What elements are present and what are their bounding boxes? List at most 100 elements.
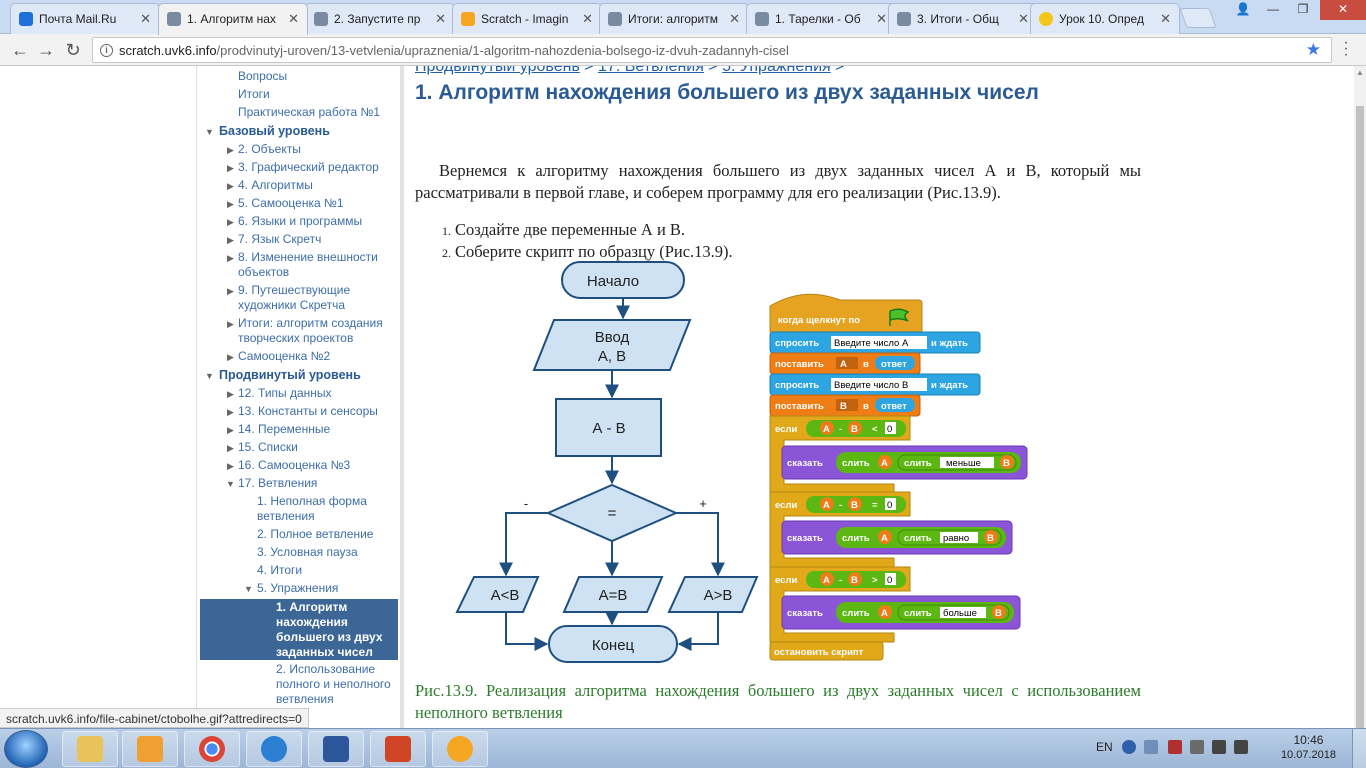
tab-results-general[interactable]: 3. Итоги - Общ ✕ <box>888 3 1038 34</box>
new-tab-button[interactable] <box>1179 8 1217 28</box>
expanded-arrow-icon[interactable]: ▼ <box>205 371 214 381</box>
browser-menu-icon[interactable]: · · · <box>1341 35 1351 63</box>
breadcrumb-link[interactable]: 5. Упражнения <box>722 66 831 75</box>
expanded-arrow-icon[interactable]: ▼ <box>205 127 214 137</box>
close-icon[interactable]: ✕ <box>582 11 593 27</box>
sidebar-item-data-types[interactable]: 12. Типы данных <box>238 386 332 401</box>
breadcrumb-link[interactable]: Продвинутый уровень <box>415 66 580 75</box>
signal-icon[interactable] <box>1212 740 1226 754</box>
taskbar-scratch[interactable] <box>432 731 488 767</box>
show-desktop-button[interactable] <box>1352 729 1366 768</box>
collapsed-arrow-icon[interactable]: ▶ <box>227 389 234 400</box>
collapsed-arrow-icon[interactable]: ▶ <box>227 253 234 264</box>
scrollbar-thumb[interactable] <box>1356 106 1364 728</box>
sidebar-item-exercises[interactable]: 5. Упражнения <box>257 581 338 596</box>
close-icon[interactable]: ✕ <box>435 11 446 27</box>
sidebar-item-questions[interactable]: Вопросы <box>238 69 287 84</box>
sidebar-item-results[interactable]: Итоги <box>238 87 270 102</box>
restore-button[interactable]: ❐ <box>1288 0 1318 20</box>
taskbar-internet-explorer[interactable] <box>246 731 302 767</box>
collapsed-arrow-icon[interactable]: ▶ <box>227 217 234 228</box>
close-icon[interactable]: ✕ <box>140 11 151 27</box>
sidebar-item-basic-level[interactable]: Базовый уровень <box>219 124 330 139</box>
breadcrumb-link[interactable]: 17. Ветвления <box>598 66 704 75</box>
minimize-button[interactable]: — <box>1258 0 1288 20</box>
user-profile-button[interactable]: 👤 <box>1228 0 1258 20</box>
sidebar-item-branching-results[interactable]: 4. Итоги <box>257 563 302 578</box>
sidebar-item-objects[interactable]: 2. Объекты <box>238 142 301 157</box>
scratch-say-label: сказать <box>787 458 823 469</box>
sidebar-item-graphic-editor[interactable]: 3. Графический редактор <box>238 160 379 175</box>
tab-plates[interactable]: 1. Тарелки - Об ✕ <box>746 3 896 34</box>
sidebar-item-appearance[interactable]: 8. Изменение внешности объектов <box>238 250 388 280</box>
bookmark-star-icon[interactable]: ★ <box>1306 40 1321 60</box>
tab-scratch[interactable]: Scratch - Imagin ✕ <box>452 3 602 34</box>
scroll-up-arrow-icon[interactable]: ▲ <box>1356 68 1364 77</box>
sidebar-item-traveling-artists[interactable]: 9. Путешествующие художники Скретча <box>238 283 388 313</box>
tab-results[interactable]: Итоги: алгоритм ✕ <box>599 3 749 34</box>
info-icon[interactable]: i <box>100 44 113 57</box>
collapsed-arrow-icon[interactable]: ▶ <box>227 145 234 156</box>
help-icon[interactable] <box>1122 740 1136 754</box>
tab-lesson10[interactable]: Урок 10. Опред ✕ <box>1030 3 1180 34</box>
collapsed-arrow-icon[interactable]: ▶ <box>227 286 234 297</box>
collapsed-arrow-icon[interactable]: ▶ <box>227 352 234 363</box>
close-icon[interactable]: ✕ <box>288 11 299 27</box>
sidebar-item-variables[interactable]: 14. Переменные <box>238 422 330 437</box>
taskbar-explorer[interactable] <box>62 731 118 767</box>
sidebar-item-conditional-pause[interactable]: 3. Условная пауза <box>257 545 358 560</box>
expanded-arrow-icon[interactable]: ▼ <box>226 479 235 489</box>
clipboard-icon[interactable] <box>1190 740 1204 754</box>
sidebar-item-practical-1[interactable]: Практическая работа №1 <box>238 105 380 120</box>
network-warning-icon[interactable] <box>1168 740 1182 754</box>
sidebar-item-constants[interactable]: 13. Константы и сенсоры <box>238 404 378 419</box>
sidebar-item-partial-branching[interactable]: 1. Неполная форма ветвления <box>257 494 387 524</box>
close-icon[interactable]: ✕ <box>1018 11 1029 27</box>
tab-mail[interactable]: Почта Mail.Ru ✕ <box>10 3 160 34</box>
language-indicator[interactable]: EN <box>1096 740 1113 754</box>
forward-button[interactable]: → <box>36 40 56 60</box>
tab-algorithm[interactable]: 1. Алгоритм нах ✕ <box>158 3 308 35</box>
clock[interactable]: 10:46 10.07.2018 <box>1281 733 1336 763</box>
collapsed-arrow-icon[interactable]: ▶ <box>227 199 234 210</box>
sidebar-item-advanced-level[interactable]: Продвинутый уровень <box>219 368 361 383</box>
taskbar-powerpoint[interactable] <box>370 731 426 767</box>
sidebar-item-languages[interactable]: 6. Языки и программы <box>238 214 362 229</box>
sidebar-item-lists[interactable]: 15. Списки <box>238 440 298 455</box>
reload-button[interactable]: ↻ <box>63 40 83 60</box>
sidebar-item-full-partial-branching[interactable]: 2. Использование полного и неполного вет… <box>276 662 396 707</box>
sidebar-item-scratch-language[interactable]: 7. Язык Скретч <box>238 232 321 247</box>
sidebar-item-self-assessment-1[interactable]: 5. Самооценка №1 <box>238 196 344 211</box>
collapsed-arrow-icon[interactable]: ▶ <box>227 181 234 192</box>
back-button[interactable]: ← <box>10 40 30 60</box>
collapsed-arrow-icon[interactable]: ▶ <box>227 443 234 454</box>
collapsed-arrow-icon[interactable]: ▶ <box>227 235 234 246</box>
collapsed-arrow-icon[interactable]: ▶ <box>227 319 234 330</box>
window-close-button[interactable]: ✕ <box>1320 0 1366 20</box>
close-icon[interactable]: ✕ <box>876 11 887 27</box>
start-button[interactable] <box>4 730 48 768</box>
collapsed-arrow-icon[interactable]: ▶ <box>227 425 234 436</box>
sidebar-item-algorithms[interactable]: 4. Алгоритмы <box>238 178 313 193</box>
tab-run[interactable]: 2. Запустите пр ✕ <box>305 3 455 34</box>
sidebar-item-self-assessment-2[interactable]: Самооценка №2 <box>238 349 330 364</box>
collapsed-arrow-icon[interactable]: ▶ <box>227 461 234 472</box>
taskbar-media-player[interactable] <box>122 731 178 767</box>
volume-icon[interactable] <box>1234 740 1248 754</box>
vertical-scrollbar[interactable]: ▲ <box>1354 66 1366 728</box>
taskbar-word[interactable] <box>308 731 364 767</box>
expanded-arrow-icon[interactable]: ▼ <box>244 584 253 594</box>
collapsed-arrow-icon[interactable]: ▶ <box>227 163 234 174</box>
taskbar-chrome[interactable] <box>184 731 240 767</box>
address-bar[interactable]: i scratch.uvk6.info/prodvinutyj-uroven/1… <box>92 37 1332 63</box>
sidebar-item-creative-projects[interactable]: Итоги: алгоритм создания творческих прое… <box>238 316 393 346</box>
collapsed-arrow-icon[interactable]: ▶ <box>227 407 234 418</box>
close-icon[interactable]: ✕ <box>1160 11 1171 27</box>
sidebar-item-full-branching[interactable]: 2. Полное ветвление <box>257 527 373 542</box>
sidebar-item-self-assessment-3[interactable]: 16. Самооценка №3 <box>238 458 350 473</box>
close-icon[interactable]: ✕ <box>729 11 740 27</box>
sidebar-item-branching[interactable]: 17. Ветвления <box>238 476 317 491</box>
tray-arrow-icon[interactable] <box>1144 740 1158 754</box>
scratch-join-label: слить <box>842 458 870 469</box>
sidebar-item-current-page[interactable]: 1. Алгоритм нахождения большего из двух … <box>200 599 398 660</box>
